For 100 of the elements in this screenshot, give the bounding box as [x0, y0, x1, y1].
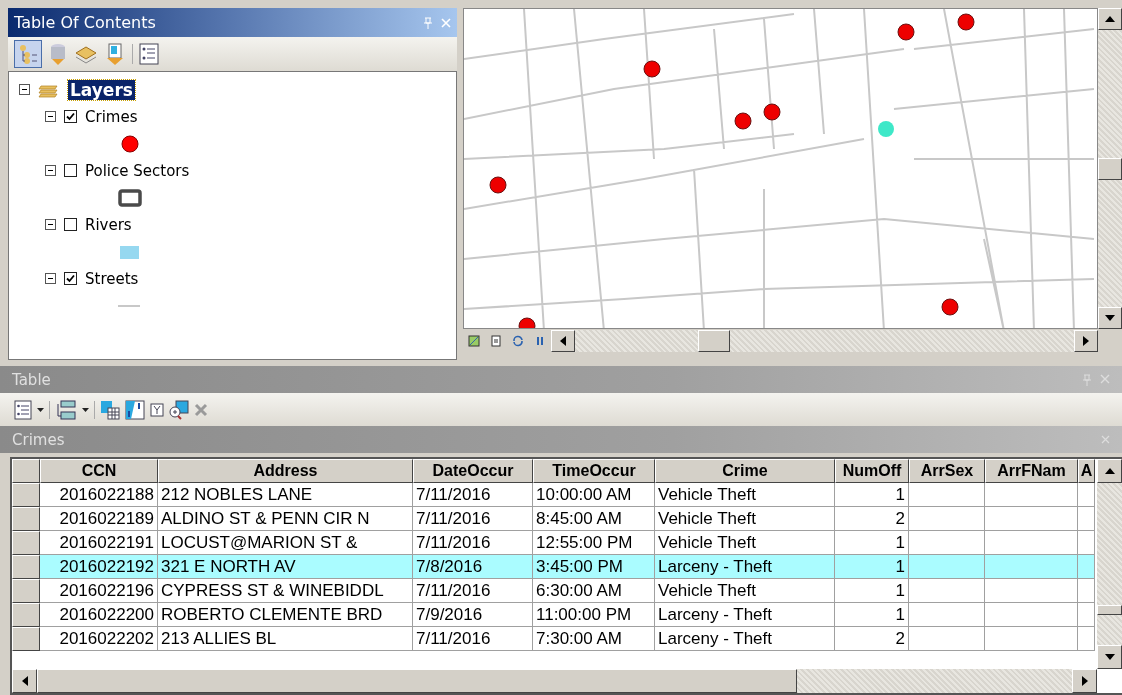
collapse-icon[interactable]	[45, 165, 56, 176]
checkbox-icon[interactable]	[64, 164, 77, 177]
table-cell: 7/11/2016	[413, 579, 533, 603]
scrollbar-thumb[interactable]	[697, 330, 730, 352]
column-header[interactable]: Crime	[655, 459, 835, 483]
table-options-icon[interactable]	[14, 399, 32, 420]
collapse-icon[interactable]	[45, 219, 56, 230]
scrollbar-thumb[interactable]	[1097, 604, 1122, 615]
table-cell: 2016022189	[40, 507, 158, 531]
switch-selection-icon[interactable]	[125, 399, 145, 420]
table-cell	[1078, 555, 1095, 579]
scroll-up-icon[interactable]	[1105, 16, 1115, 22]
table-cell: 2016022196	[40, 579, 158, 603]
table-cell: 2	[835, 627, 909, 651]
table-cell: 7/9/2016	[413, 603, 533, 627]
checkbox-icon[interactable]	[64, 218, 77, 231]
table-cell: 2016022188	[40, 483, 158, 507]
row-selector[interactable]	[12, 483, 40, 507]
column-header[interactable]: CCN	[40, 459, 158, 483]
table-cell	[1078, 483, 1095, 507]
row-selector[interactable]	[12, 579, 40, 603]
layout-view-icon[interactable]	[490, 335, 502, 347]
column-header[interactable]: DateOccur	[413, 459, 533, 483]
corner-header[interactable]	[12, 459, 40, 483]
table-cell	[1078, 627, 1095, 651]
row-selector[interactable]	[12, 603, 40, 627]
table-cell: 2	[835, 507, 909, 531]
zoom-to-selected-icon[interactable]	[169, 399, 189, 420]
refresh-icon[interactable]	[512, 335, 524, 347]
table-cell: CYPRESS ST & WINEBIDDL	[158, 579, 413, 603]
vertical-scrollbar[interactable]	[1097, 459, 1122, 669]
dropdown-caret-icon[interactable]	[82, 407, 89, 412]
pause-icon[interactable]	[534, 335, 546, 347]
table-cell: Larceny - Theft	[655, 603, 835, 627]
table-cell: 8:45:00 AM	[533, 507, 655, 531]
column-header[interactable]: ArrFNam	[985, 459, 1078, 483]
layer-group-label[interactable]: Layers	[68, 79, 135, 100]
scroll-down-icon[interactable]	[1105, 315, 1115, 321]
layer-label[interactable]: Rivers	[85, 215, 132, 234]
column-header[interactable]: NumOff	[835, 459, 909, 483]
scrollbar-thumb[interactable]	[1098, 157, 1122, 180]
table-cell: Vehicle Theft	[655, 483, 835, 507]
table-cell: 2016022192	[40, 555, 158, 579]
table-cell: 321 E NORTH AV	[158, 555, 413, 579]
horizontal-scrollbar[interactable]	[12, 669, 1097, 693]
table-cell: 7/8/2016	[413, 555, 533, 579]
table-cell: 3:45:00 PM	[533, 555, 655, 579]
table-cell: Larceny - Theft	[655, 555, 835, 579]
table-cell: Vehicle Theft	[655, 507, 835, 531]
table-cell	[1078, 603, 1095, 627]
row-selector[interactable]	[12, 627, 40, 651]
window-title: Table	[12, 370, 51, 389]
row-selector[interactable]	[12, 531, 40, 555]
data-view-icon[interactable]	[468, 335, 480, 347]
horizontal-scrollbar[interactable]	[551, 330, 1098, 352]
column-header[interactable]: TimeOccur	[533, 459, 655, 483]
table-cell: 11:00:00 PM	[533, 603, 655, 627]
vertical-scrollbar[interactable]	[1098, 8, 1122, 329]
list-by-drawing-order-button[interactable]	[14, 40, 42, 68]
collapse-icon[interactable]	[45, 111, 56, 122]
list-options-icon[interactable]	[139, 43, 159, 65]
scroll-right-icon[interactable]	[1083, 336, 1089, 346]
table-cell: 6:30:00 AM	[533, 579, 655, 603]
scrollbar-thumb[interactable]	[37, 669, 797, 693]
checked-checkbox-icon[interactable]	[64, 272, 77, 285]
table-cell: ROBERTO CLEMENTE BRD	[158, 603, 413, 627]
column-header[interactable]: ArrSex	[909, 459, 985, 483]
scroll-down-icon[interactable]	[1104, 654, 1115, 660]
table-cell: 1	[835, 603, 909, 627]
collapse-icon[interactable]	[19, 84, 30, 95]
clear-selection-icon[interactable]	[150, 402, 164, 417]
row-selector[interactable]	[12, 555, 40, 579]
related-tables-icon[interactable]	[55, 399, 77, 420]
table-cell: 7/11/2016	[413, 627, 533, 651]
table-cell: 7/11/2016	[413, 507, 533, 531]
table-cell: Vehicle Theft	[655, 579, 835, 603]
table-cell: 7/11/2016	[413, 483, 533, 507]
table-cell: 1	[835, 555, 909, 579]
table-cell: 10:00:00 AM	[533, 483, 655, 507]
layer-label[interactable]: Crimes	[85, 107, 138, 126]
table-cell	[1078, 579, 1095, 603]
table-cell: 2016022200	[40, 603, 158, 627]
row-selector[interactable]	[12, 507, 40, 531]
collapse-icon[interactable]	[45, 273, 56, 284]
layer-label[interactable]: Streets	[85, 269, 139, 288]
table-cell: 7:30:00 AM	[533, 627, 655, 651]
table-cell	[1078, 507, 1095, 531]
scroll-right-icon[interactable]	[1081, 676, 1088, 686]
scroll-left-icon[interactable]	[560, 336, 566, 346]
dropdown-caret-icon[interactable]	[37, 407, 44, 412]
checked-checkbox-icon[interactable]	[64, 110, 77, 123]
table-cell: Larceny - Theft	[655, 627, 835, 651]
scroll-left-icon[interactable]	[21, 676, 28, 686]
table-cell: 1	[835, 483, 909, 507]
column-header[interactable]: Address	[158, 459, 413, 483]
select-by-attributes-icon[interactable]	[100, 399, 120, 420]
layer-label[interactable]: Police Sectors	[85, 161, 190, 180]
column-header[interactable]: A	[1078, 459, 1095, 483]
scroll-up-icon[interactable]	[1104, 468, 1115, 474]
table-cell: 212 NOBLES LANE	[158, 483, 413, 507]
